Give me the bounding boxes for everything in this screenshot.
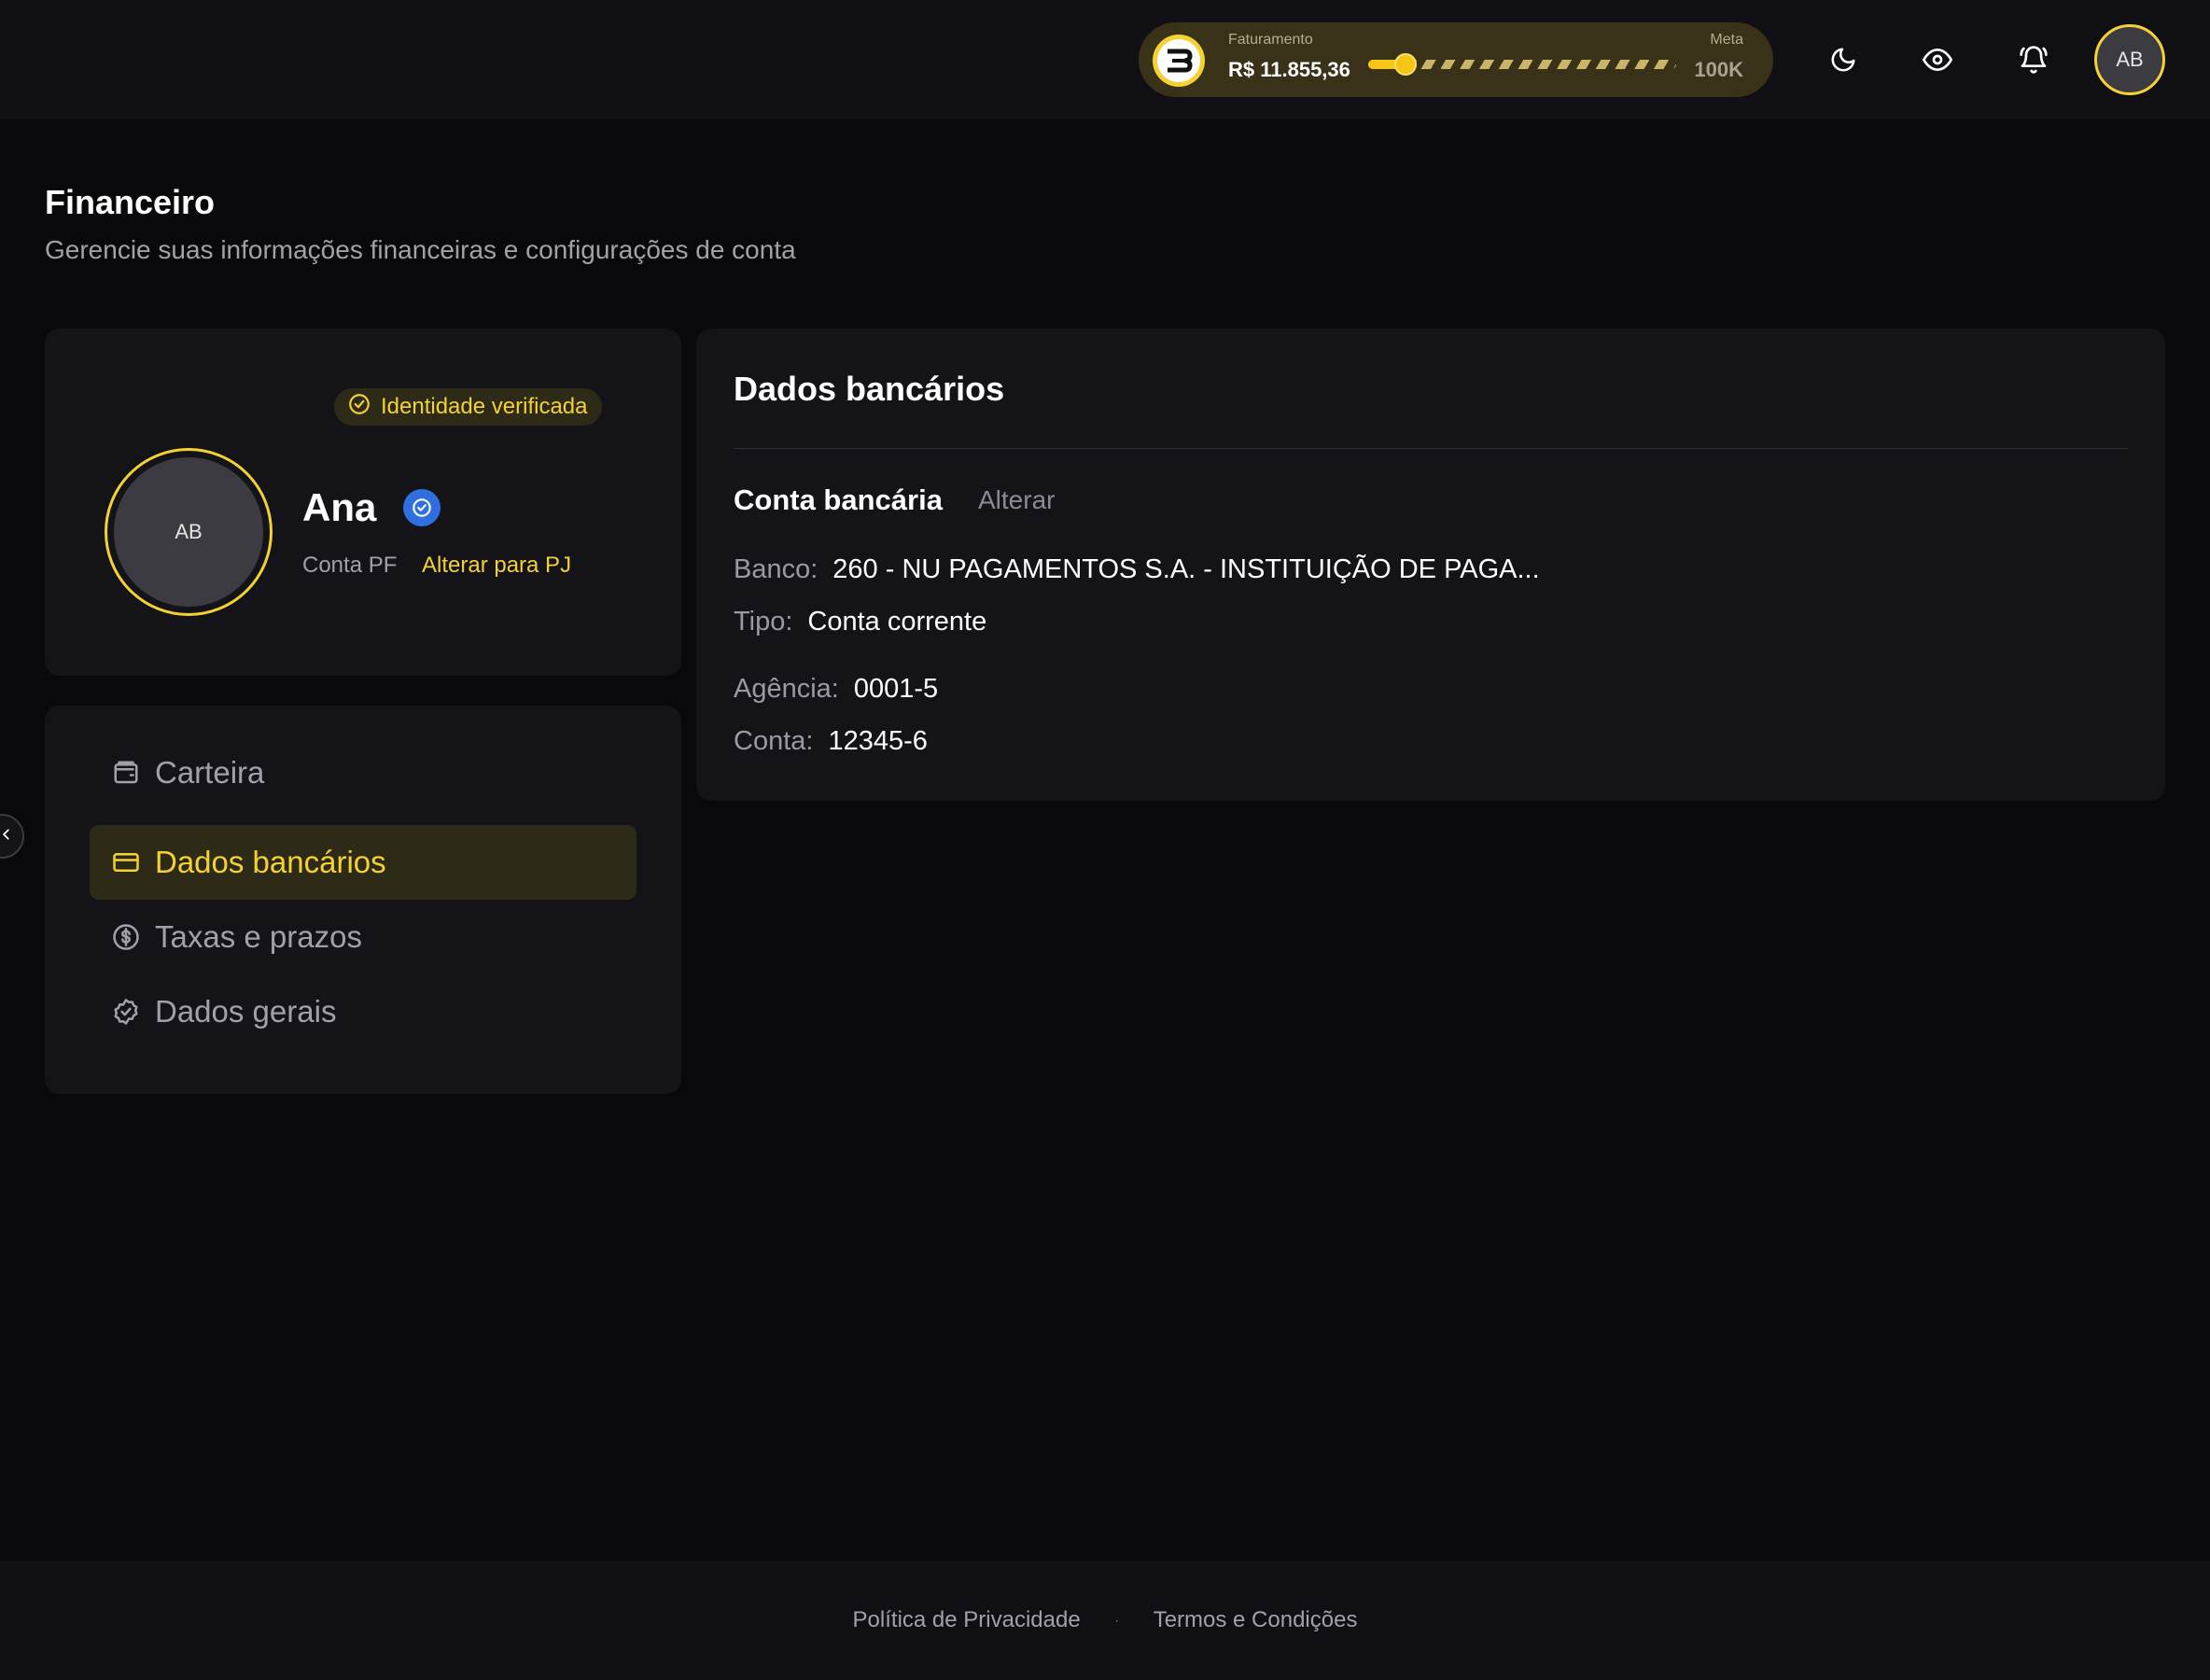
nav-item-label: Dados gerais — [155, 994, 337, 1029]
nav-item-dados-gerais[interactable]: Dados gerais — [90, 974, 636, 1049]
profile-avatar-initials: AB — [114, 457, 263, 607]
goal-value: 100K — [1694, 58, 1743, 81]
user-avatar-button[interactable]: AB — [2094, 24, 2165, 95]
top-bar: Faturamento R$ 11.855,36 Meta 100K AB — [0, 0, 2210, 119]
switch-to-pj-link[interactable]: Alterar para PJ — [422, 553, 571, 579]
profile-avatar: AB — [105, 448, 273, 616]
chevron-left-icon — [0, 828, 13, 846]
badge-check-icon — [112, 998, 140, 1026]
nav-item-taxas-prazos[interactable]: Taxas e prazos — [90, 900, 636, 974]
bank-label: Banco: — [734, 554, 818, 584]
revenue-label: Faturamento — [1228, 32, 1313, 48]
nav-item-carteira[interactable]: Carteira — [90, 735, 636, 810]
nav-item-label: Carteira — [155, 755, 265, 790]
dollar-circle-icon — [112, 923, 140, 951]
credit-card-icon — [112, 848, 140, 876]
account-label: Conta: — [734, 726, 814, 756]
profile-card: Identidade verificada AB Ana Conta PF Al… — [45, 329, 681, 676]
sidebar-collapse-button[interactable] — [0, 814, 24, 859]
bell-icon[interactable] — [2011, 37, 2056, 82]
agency-value: 0001-5 — [853, 674, 939, 704]
identity-verified-badge: Identidade verificada — [334, 388, 603, 426]
brand-logo-icon — [1153, 35, 1205, 87]
eye-icon[interactable] — [1915, 37, 1960, 82]
revenue-progress-widget[interactable]: Faturamento R$ 11.855,36 Meta 100K — [1139, 22, 1773, 97]
goal-label: Meta — [1710, 32, 1743, 48]
divider — [734, 448, 2128, 449]
terms-link[interactable]: Termos e Condições — [1154, 1607, 1358, 1633]
revenue-progress-track — [1368, 53, 1676, 76]
footer: Política de Privacidade · Termos e Condi… — [0, 1561, 2210, 1680]
bank-value: 260 - NU PAGAMENTOS S.A. - INSTITUIÇÃO D… — [832, 554, 1540, 584]
bank-account-heading: Conta bancária — [734, 483, 943, 516]
page-title: Financeiro — [45, 183, 216, 221]
revenue-value: R$ 11.855,36 — [1228, 58, 1350, 81]
nav-item-label: Taxas e prazos — [155, 919, 362, 954]
type-value: Conta corrente — [807, 607, 987, 637]
agency-label: Agência: — [734, 674, 839, 704]
revenue-progress-knob — [1393, 53, 1417, 76]
footer-separator: · — [1113, 1610, 1120, 1630]
change-bank-account-link[interactable]: Alterar — [978, 485, 1055, 515]
financial-nav: Carteira Dados bancários Taxas e prazos … — [45, 706, 681, 1094]
bank-section-title: Dados bancários — [734, 370, 1005, 408]
account-value: 12345-6 — [828, 726, 928, 756]
page-subtitle: Gerencie suas informações financeiras e … — [45, 235, 796, 264]
privacy-policy-link[interactable]: Política de Privacidade — [853, 1607, 1081, 1633]
type-label: Tipo: — [734, 607, 793, 637]
type-field: Tipo: Conta corrente — [734, 607, 986, 637]
account-type: Conta PF — [302, 553, 398, 578]
agency-field: Agência: 0001-5 — [734, 674, 938, 705]
identity-verified-label: Identidade verificada — [381, 394, 588, 419]
nav-item-dados-bancarios[interactable]: Dados bancários — [90, 825, 636, 900]
moon-icon[interactable] — [1821, 37, 1866, 82]
bank-field: Banco: 260 - NU PAGAMENTOS S.A. - INSTIT… — [734, 554, 1540, 585]
bank-details-card: Dados bancários Conta bancária Alterar B… — [696, 329, 2165, 801]
nav-item-label: Dados bancários — [155, 845, 386, 879]
user-name: Ana — [302, 485, 377, 529]
account-field: Conta: 12345-6 — [734, 726, 928, 757]
verified-icon — [403, 489, 441, 526]
check-badge-icon — [347, 392, 371, 423]
wallet-icon — [112, 759, 140, 787]
